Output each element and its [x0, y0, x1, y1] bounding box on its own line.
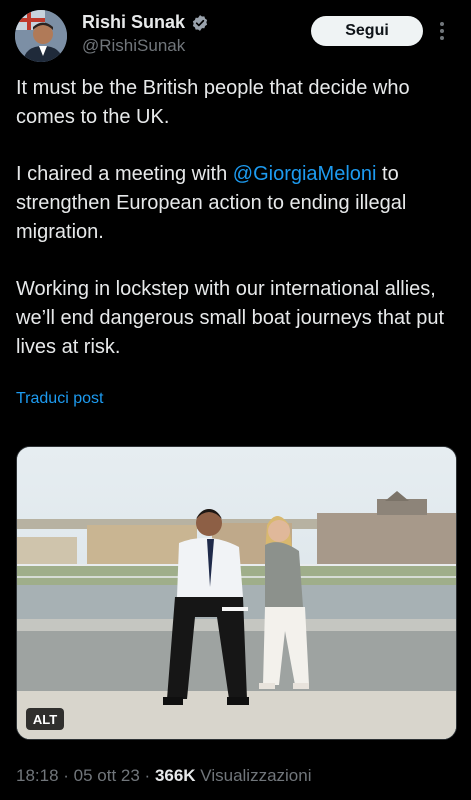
mention-link[interactable]: @GiorgiaMeloni [233, 163, 377, 185]
alt-text-badge[interactable]: ALT [26, 708, 64, 730]
author-name-row: Rishi Sunak [82, 12, 209, 33]
tweet-paragraph-2-prefix: I chaired a meeting with [16, 163, 233, 185]
tweet-metadata: 18:18 · 05 ott 23 · 366K Visualizzazioni [16, 766, 312, 786]
verified-badge-icon [192, 14, 208, 31]
author-handle[interactable]: @RishiSunak [82, 36, 185, 56]
tweet-paragraph-3: Working in lockstep with our internation… [16, 278, 445, 358]
tweet-paragraph-2: I chaired a meeting with @GiorgiaMeloni … [16, 160, 461, 247]
more-vertical-icon[interactable] [433, 20, 451, 42]
tweet-text: It must be the British people that decid… [16, 74, 461, 390]
avatar-image [15, 10, 67, 62]
tweet-photo[interactable] [16, 446, 457, 740]
author-display-name[interactable]: Rishi Sunak [82, 12, 185, 33]
views-count: 366K [154, 766, 196, 785]
tweet-date[interactable]: 05 ott 23 [74, 766, 140, 785]
translate-post-link[interactable]: Traduci post [16, 390, 103, 408]
meta-separator-1: · [58, 766, 74, 785]
tweet-paragraph-1: It must be the British people that decid… [16, 77, 410, 128]
photo-illustration [17, 447, 456, 739]
views-label: Visualizzazioni [195, 766, 312, 785]
follow-button[interactable]: Segui [311, 16, 423, 46]
meta-separator-2: · [139, 766, 155, 785]
tweet-time[interactable]: 18:18 [16, 766, 59, 785]
avatar[interactable] [15, 10, 67, 62]
